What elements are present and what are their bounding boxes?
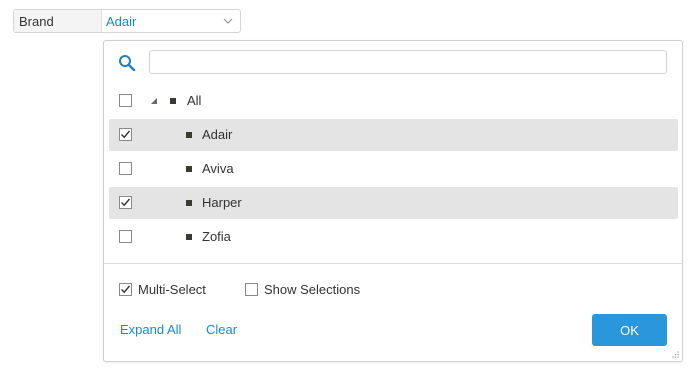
tree-item-label: Zofia (202, 229, 231, 244)
show-selections-option[interactable]: Show Selections (245, 282, 360, 297)
checkbox-all[interactable] (119, 94, 132, 107)
tree-item-label: Harper (202, 195, 242, 210)
checkbox-zofia[interactable] (119, 230, 132, 243)
tree-item-zofia[interactable]: Zofia (109, 221, 678, 253)
tree-list: All Adair Aviva Harper Zofia (109, 85, 678, 255)
node-bullet-icon (186, 166, 192, 172)
multi-select-checkbox[interactable] (119, 283, 132, 296)
checkbox-adair[interactable] (119, 128, 132, 141)
brand-label: Brand (14, 10, 102, 32)
show-selections-checkbox[interactable] (245, 283, 258, 296)
multi-select-option[interactable]: Multi-Select (119, 282, 206, 297)
chevron-down-icon[interactable] (221, 14, 235, 28)
ok-button[interactable]: OK (592, 314, 667, 346)
tree-item-aviva[interactable]: Aviva (109, 153, 678, 185)
tree-item-adair[interactable]: Adair (109, 119, 678, 151)
brand-selected-value[interactable]: Adair (102, 14, 221, 29)
tree-item-label: Adair (202, 127, 233, 142)
brand-filter[interactable]: Brand Adair (13, 9, 241, 33)
tree-item-label: Aviva (202, 161, 234, 176)
checkmark-icon (121, 130, 131, 139)
checkbox-aviva[interactable] (119, 162, 132, 175)
search-row (104, 41, 682, 85)
triangle-expanded-icon[interactable] (150, 97, 158, 105)
tree-item-label: All (187, 93, 202, 108)
checkmark-icon (121, 285, 131, 294)
node-bullet-icon (186, 200, 192, 206)
resize-handle-icon[interactable] (671, 350, 679, 358)
search-input[interactable] (149, 50, 667, 74)
node-bullet-icon (186, 132, 192, 138)
checkbox-harper[interactable] (119, 196, 132, 209)
divider (104, 263, 682, 264)
tree-item-harper[interactable]: Harper (109, 187, 678, 219)
node-bullet-icon (170, 98, 176, 104)
node-bullet-icon (186, 234, 192, 240)
multi-select-label: Multi-Select (138, 282, 206, 297)
clear-link[interactable]: Clear (206, 322, 237, 337)
search-icon (119, 55, 136, 72)
tree-item-all[interactable]: All (109, 85, 678, 117)
brand-dropdown-panel: All Adair Aviva Harper Zofia Multi-Selec… (103, 40, 683, 362)
show-selections-label: Show Selections (264, 282, 361, 297)
expand-all-link[interactable]: Expand All (120, 322, 181, 337)
checkmark-icon (121, 198, 131, 207)
